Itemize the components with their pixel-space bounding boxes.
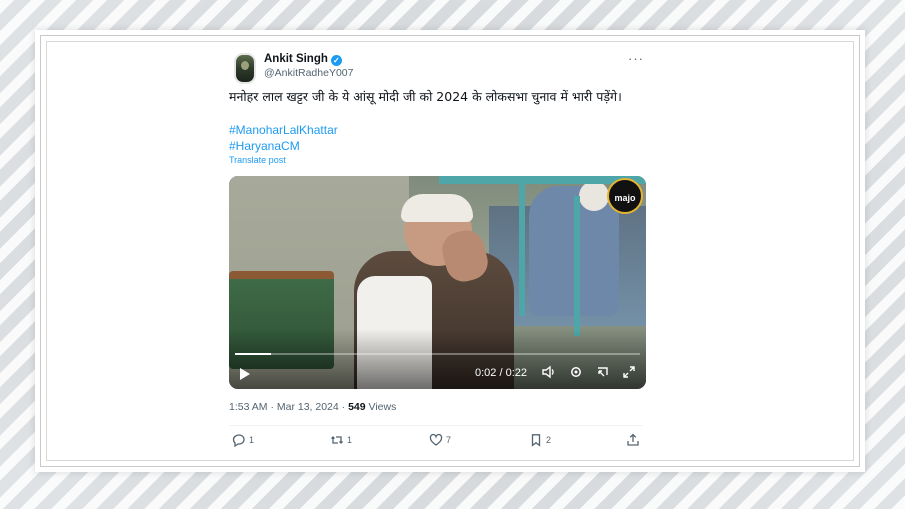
channel-logo: majo — [607, 178, 643, 214]
author-name-text[interactable]: Ankit Singh — [264, 53, 328, 65]
reply-button[interactable]: 1 — [232, 433, 254, 447]
hashtag-link[interactable]: #HaryanaCM — [229, 139, 300, 153]
like-button[interactable]: 7 — [429, 433, 451, 447]
like-heart-icon — [429, 433, 443, 446]
video-frame-rail-post — [574, 196, 580, 336]
views-label: Views — [365, 401, 397, 413]
tweet-card: Ankit Singh ✓ @AnkitRadheY007 ··· मनोहर ल… — [214, 43, 658, 459]
share-icon — [627, 433, 639, 446]
reply-icon — [232, 434, 245, 447]
fullscreen-icon[interactable] — [622, 365, 636, 382]
translate-post-link[interactable]: Translate post — [229, 155, 286, 165]
tweet-meta: 1:53 AM · Mar 13, 2024 · 549 Views — [229, 401, 396, 413]
views-count: 549 — [348, 401, 366, 413]
share-button[interactable] — [626, 433, 640, 447]
bookmark-button[interactable]: 2 — [529, 433, 551, 447]
picture-in-picture-icon[interactable] — [596, 365, 610, 382]
video-frame-background-head — [579, 181, 609, 211]
video-controls-shade — [229, 329, 646, 389]
author-name[interactable]: Ankit Singh ✓ — [264, 53, 342, 66]
like-count: 7 — [446, 435, 452, 445]
video-progress-fill — [235, 353, 272, 355]
reply-count: 1 — [249, 435, 255, 445]
repost-count: 1 — [347, 435, 353, 445]
more-options-icon[interactable]: ··· — [628, 51, 644, 66]
settings-gear-icon[interactable] — [569, 365, 583, 382]
tweet-text: मनोहर लाल खट्टर जी के ये आंसू मोदी जी को… — [229, 89, 622, 104]
bookmark-count: 2 — [546, 435, 552, 445]
video-player[interactable]: majo 0:02 / 0:22 — [229, 176, 646, 389]
volume-icon[interactable] — [542, 365, 556, 382]
hashtag-link[interactable]: #ManoharLalKhattar — [229, 123, 338, 137]
video-frame-speaker-hair — [401, 194, 473, 222]
video-time: 0:02 / 0:22 — [475, 367, 527, 379]
tweet-timestamp[interactable]: 1:53 AM · Mar 13, 2024 · — [229, 401, 348, 413]
video-progress-bar[interactable] — [235, 353, 640, 355]
verified-badge-icon: ✓ — [330, 55, 342, 66]
play-icon[interactable] — [240, 368, 250, 380]
repost-icon — [331, 436, 343, 444]
divider — [229, 425, 643, 426]
tweet-actions: 1 1 7 2 — [229, 431, 643, 451]
video-frame-rail-post — [519, 176, 525, 316]
author-handle[interactable]: @AnkitRadheY007 — [264, 67, 353, 79]
repost-button[interactable]: 1 — [330, 433, 352, 447]
bookmark-icon — [531, 434, 541, 447]
avatar[interactable] — [234, 53, 256, 84]
